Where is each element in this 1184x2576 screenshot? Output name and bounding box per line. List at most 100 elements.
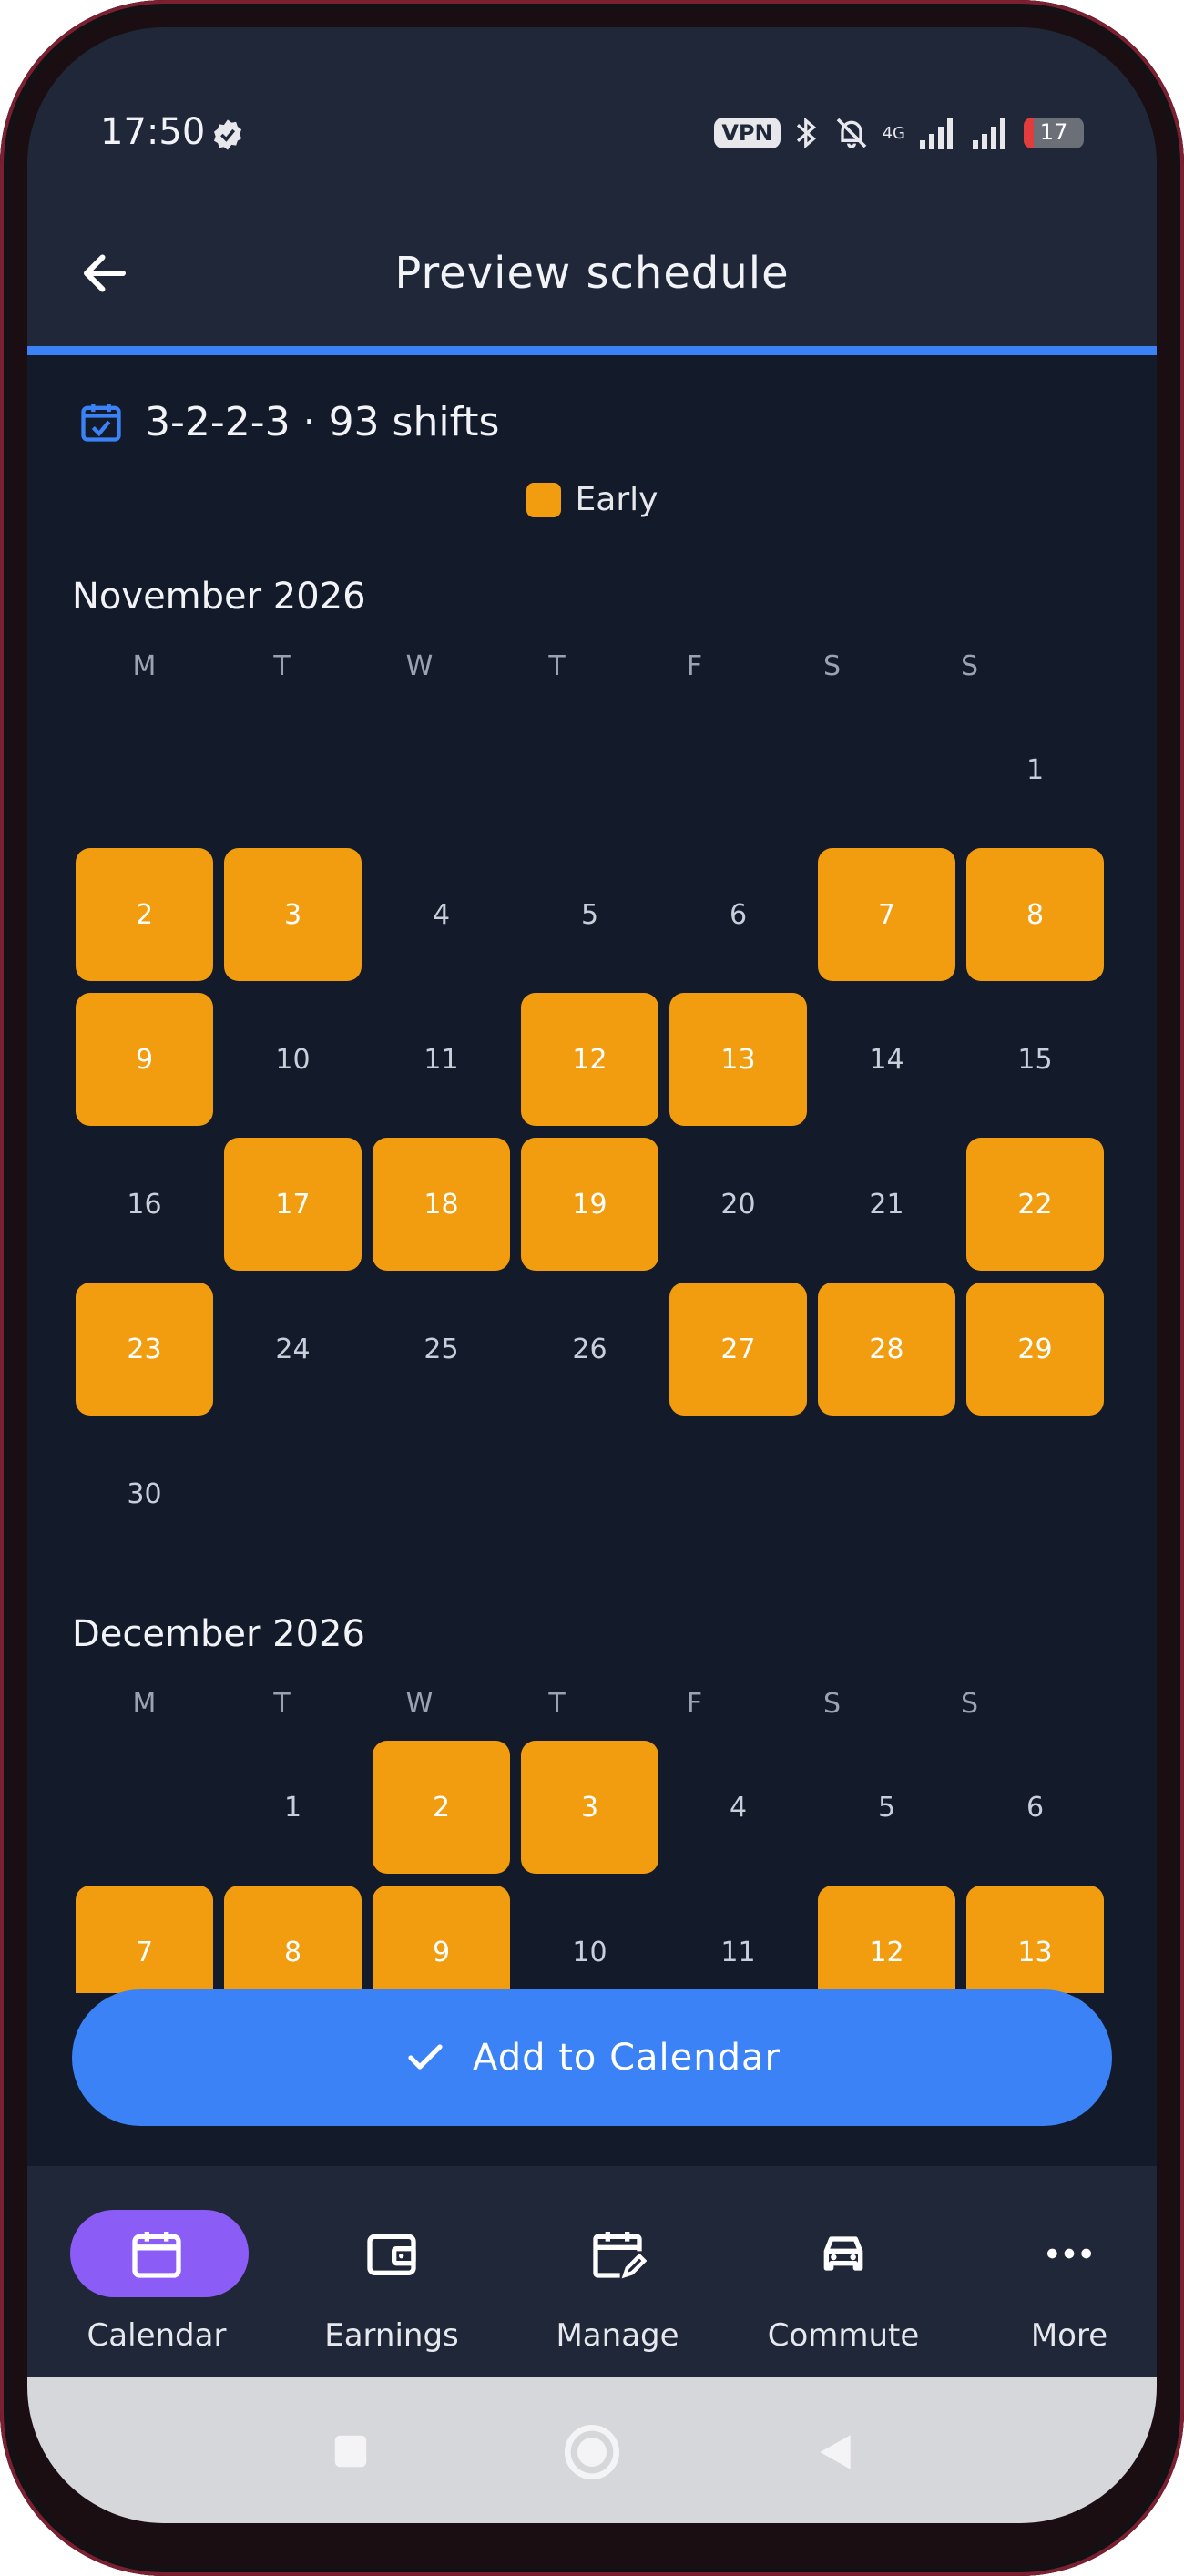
day-cell[interactable]: 10 (224, 993, 362, 1126)
weekday-label: S (960, 1688, 979, 1720)
nav-label: Earnings (324, 2317, 459, 2354)
shift-day-cell[interactable]: 7 (818, 848, 955, 981)
more-icon (1047, 2248, 1091, 2259)
shift-day-cell[interactable]: 19 (521, 1138, 658, 1271)
weekday-label: M (132, 650, 157, 682)
app-bar: Preview schedule (27, 200, 1157, 346)
legend: Early (27, 481, 1157, 518)
weekday-label: W (405, 1688, 434, 1720)
nav-label: Calendar (87, 2317, 227, 2354)
shift-day-cell[interactable]: 17 (224, 1138, 362, 1271)
shift-day-cell[interactable]: 9 (373, 1886, 510, 1993)
battery-percent: 17 (1039, 119, 1068, 145)
day-cell[interactable]: 11 (669, 1886, 807, 1993)
weekday-label: S (960, 650, 979, 682)
days-grid: 1 2 3 4 5 6 7 8 9 10 11 12 13 14 15 16 17 18 19 20 21 22 23 24 2… (76, 703, 1107, 1572)
weekday-header: MTWTFSS (76, 650, 1107, 682)
wallet-icon (367, 2234, 416, 2275)
day-cell[interactable]: 20 (669, 1138, 807, 1271)
weekday-header: MTWTFSS (76, 1688, 1107, 1720)
day-cell[interactable]: 6 (966, 1741, 1104, 1874)
shift-day-cell[interactable]: 13 (669, 993, 807, 1126)
system-nav-bar (27, 2377, 1157, 2523)
bottom-nav: Calendar Earnings Manage Commute More (27, 2166, 1157, 2377)
nav-label: Commute (767, 2317, 920, 2354)
shift-day-cell[interactable]: 18 (373, 1138, 510, 1271)
shift-day-cell[interactable]: 29 (966, 1283, 1104, 1416)
day-cell[interactable]: 1 (966, 703, 1104, 836)
nav-calendar[interactable]: Calendar (56, 2166, 257, 2377)
weekday-label: T (273, 1688, 291, 1720)
calendar-check-icon (81, 404, 121, 442)
shift-day-cell[interactable]: 27 (669, 1283, 807, 1416)
summary-text: 3-2-2-3 · 93 shifts (145, 398, 500, 445)
network-type: 4G (882, 123, 905, 143)
shift-day-cell[interactable]: 3 (521, 1741, 658, 1874)
battery-icon: 17 (1024, 118, 1084, 148)
month-title: December 2026 (72, 1613, 365, 1655)
day-cell[interactable]: 21 (818, 1138, 955, 1271)
day-cell[interactable]: 1 (224, 1741, 362, 1874)
back-button-icon[interactable] (812, 2427, 858, 2478)
nav-label: Manage (556, 2317, 679, 2354)
weekday-label: T (548, 650, 566, 682)
weekday-label: F (686, 1688, 703, 1720)
day-cell[interactable]: 6 (669, 848, 807, 981)
day-cell[interactable]: 25 (373, 1283, 510, 1416)
home-button-icon[interactable] (563, 2423, 621, 2481)
signal-icon (920, 118, 953, 149)
day-cell[interactable]: 16 (76, 1138, 213, 1271)
day-cell[interactable]: 11 (373, 993, 510, 1126)
day-cell[interactable]: 10 (521, 1886, 658, 1993)
legend-label: Early (575, 481, 658, 518)
day-cell[interactable]: 24 (224, 1283, 362, 1416)
vpn-badge: VPN (714, 118, 781, 148)
recents-button-icon[interactable] (330, 2430, 372, 2472)
nav-earnings[interactable]: Earnings (291, 2166, 492, 2377)
check-icon (408, 2044, 443, 2070)
day-cell[interactable]: 15 (966, 993, 1104, 1126)
shift-day-cell[interactable]: 12 (521, 993, 658, 1126)
month-title: November 2026 (72, 576, 366, 618)
nav-label: More (1030, 2317, 1108, 2354)
weekday-label: F (686, 650, 703, 682)
shift-day-cell[interactable]: 3 (224, 848, 362, 981)
bluetooth-icon (796, 117, 816, 149)
nav-commute[interactable]: Commute (743, 2166, 944, 2377)
progress-bar (27, 346, 1157, 355)
add-to-calendar-button[interactable]: Add to Calendar (72, 1989, 1112, 2126)
day-cell[interactable]: 5 (521, 848, 658, 981)
schedule-summary: 3-2-2-3 · 93 shifts (77, 390, 499, 454)
legend-swatch (526, 482, 561, 517)
shift-day-cell[interactable]: 13 (966, 1886, 1104, 1993)
verified-badge-icon (214, 119, 241, 150)
weekday-label: T (548, 1688, 566, 1720)
shift-day-cell[interactable]: 2 (373, 1741, 510, 1874)
day-cell[interactable]: 5 (818, 1741, 955, 1874)
calendar-edit-icon (593, 2232, 647, 2279)
nav-more[interactable]: More (969, 2166, 1157, 2377)
day-cell[interactable]: 4 (373, 848, 510, 981)
shift-day-cell[interactable]: 28 (818, 1283, 955, 1416)
day-cell[interactable]: 30 (76, 1427, 213, 1560)
day-cell[interactable]: 4 (669, 1741, 807, 1874)
add-to-calendar-label: Add to Calendar (473, 2037, 781, 2079)
shift-day-cell[interactable]: 9 (76, 993, 213, 1126)
screen: 17:50 VPN 4G 17 Preview schedule 3-2-2-3… (27, 27, 1157, 2523)
weekday-label: S (822, 650, 842, 682)
nav-manage[interactable]: Manage (517, 2166, 718, 2377)
calendar-scroll[interactable]: November 2026 MTWTFSS 1 2 3 4 5 6 7 8 9 10 11 12 13 1… (27, 519, 1157, 1993)
days-grid: 1 2 3 4 5 6 7 8 9 10 11 12 13 (76, 1741, 1107, 1993)
shift-day-cell[interactable]: 7 (76, 1886, 213, 1993)
day-cell[interactable]: 26 (521, 1283, 658, 1416)
shift-day-cell[interactable]: 22 (966, 1138, 1104, 1271)
shift-day-cell[interactable]: 2 (76, 848, 213, 981)
weekday-label: S (822, 1688, 842, 1720)
weekday-label: M (132, 1688, 157, 1720)
day-cell[interactable]: 14 (818, 993, 955, 1126)
shift-day-cell[interactable]: 8 (966, 848, 1104, 981)
shift-day-cell[interactable]: 23 (76, 1283, 213, 1416)
shift-day-cell[interactable]: 8 (224, 1886, 362, 1993)
shift-day-cell[interactable]: 12 (818, 1886, 955, 1993)
status-time: 17:50 (100, 111, 206, 153)
